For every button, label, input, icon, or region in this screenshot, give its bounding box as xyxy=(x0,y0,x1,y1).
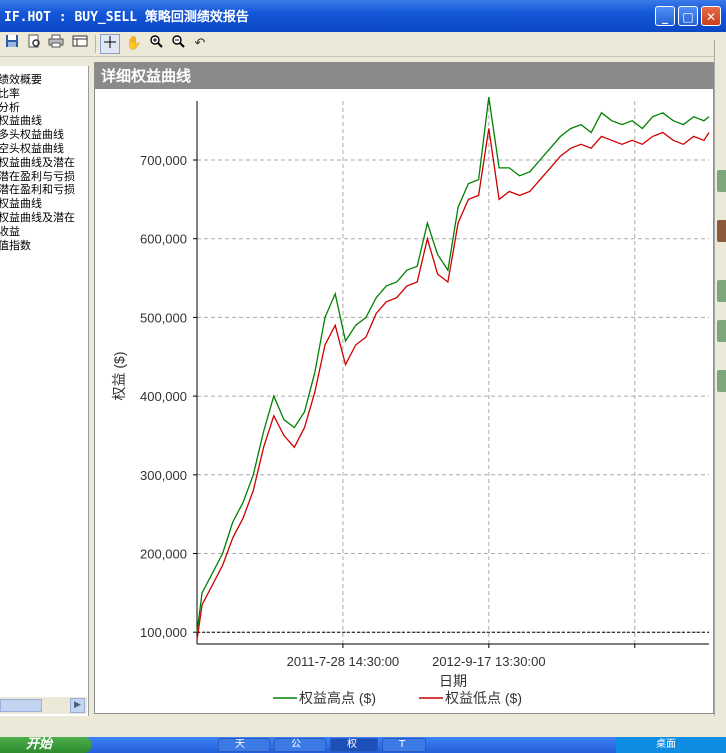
tree-item-potential-pnl[interactable]: 潜在盈利与亏损 xyxy=(0,171,88,185)
y-tick-label: 400,000 xyxy=(140,389,187,404)
print-icon[interactable] xyxy=(46,34,66,54)
equity-chart[interactable]: 100,000 200,000 300,000 400,000 500,000 600,0… xyxy=(95,89,713,713)
tree-item-equity-potential[interactable]: 权益曲线及潜在 xyxy=(0,157,88,171)
series-line xyxy=(196,97,710,633)
y-tick-label: 200,000 xyxy=(140,547,187,562)
scroll-thumb[interactable] xyxy=(0,699,42,712)
legend-label: 权益高点 ($) xyxy=(299,690,376,706)
legend-label: 权益低点 ($) xyxy=(445,690,522,706)
tree-item-index[interactable]: 值指数 xyxy=(0,240,88,254)
start-button[interactable]: 开始 xyxy=(0,737,92,753)
nav-horizontal-scrollbar[interactable]: ▶ xyxy=(0,697,87,714)
taskbar-item[interactable]: 权 xyxy=(330,738,378,752)
edge-marker xyxy=(717,280,726,302)
tree-item-returns[interactable]: 收益 xyxy=(0,226,88,240)
chart-panel: 详细权益曲线 100,000 200,000 300,000 400,000 500,0… xyxy=(94,62,714,714)
tree-item-analysis[interactable]: 分析 xyxy=(0,102,88,116)
x-tick-label: 2012-9-17 13:30:00 xyxy=(432,654,545,669)
taskbar-item[interactable]: T xyxy=(382,738,426,752)
minimize-button[interactable]: _ xyxy=(655,6,675,26)
tree-item-potential-pnl-2[interactable]: 潜在盈利和亏损 xyxy=(0,184,88,198)
scroll-right-arrow-icon[interactable]: ▶ xyxy=(70,698,85,713)
x-axis-title: 日期 xyxy=(439,673,467,689)
window-title: IF.HOT : BUY_SELL 策略回测绩效报告 xyxy=(4,10,249,25)
zoom-in-icon[interactable] xyxy=(146,34,166,54)
tree-item-equity-curve-2[interactable]: 权益曲线 xyxy=(0,198,88,212)
zoom-out-icon[interactable] xyxy=(168,34,188,54)
y-tick-label: 700,000 xyxy=(140,153,187,168)
x-tick-label: 2011-7-28 14:30:00 xyxy=(287,654,400,669)
reset-icon[interactable]: ↶ xyxy=(190,34,210,54)
taskbar: 开始 天 公 权 T 桌面 xyxy=(0,737,726,753)
edge-marker xyxy=(717,220,726,242)
tree-item-long-equity[interactable]: 多头权益曲线 xyxy=(0,129,88,143)
save-icon[interactable] xyxy=(2,34,22,54)
tree-item-equity-potential-2[interactable]: 权益曲线及潜在 xyxy=(0,212,88,226)
hand-icon[interactable]: ✋ xyxy=(124,34,144,54)
close-button[interactable]: ✕ xyxy=(701,6,721,26)
preview-icon[interactable] xyxy=(24,34,44,54)
y-tick-label: 300,000 xyxy=(140,468,187,483)
edge-marker xyxy=(717,370,726,392)
table-icon[interactable] xyxy=(70,34,90,54)
y-axis-title: 权益 ($) xyxy=(111,352,127,401)
system-tray: 桌面 xyxy=(616,737,726,753)
y-tick-label: 100,000 xyxy=(140,625,187,640)
y-tick-label: 600,000 xyxy=(140,232,187,247)
edge-marker xyxy=(717,170,726,192)
tree-item-summary[interactable]: 绩效概要 xyxy=(0,74,88,88)
right-edge-strip xyxy=(714,40,726,720)
taskbar-item[interactable]: 天 xyxy=(218,738,270,752)
report-nav-tree: 绩效概要 比率 分析 权益曲线 多头权益曲线 空头权益曲线 权益曲线及潜在 潜在… xyxy=(0,66,89,716)
toolbar: ✋ ↶ xyxy=(0,32,726,57)
panel-title: 详细权益曲线 xyxy=(95,63,713,89)
taskbar-item[interactable]: 公 xyxy=(274,738,326,752)
crosshair-icon[interactable] xyxy=(100,34,120,54)
maximize-button[interactable]: □ xyxy=(678,6,698,26)
status-bar xyxy=(0,716,726,737)
toolbar-separator xyxy=(95,35,96,53)
tree-item-equity-curve[interactable]: 权益曲线 xyxy=(0,115,88,129)
tree-item-short-equity[interactable]: 空头权益曲线 xyxy=(0,143,88,157)
tree-item-ratio[interactable]: 比率 xyxy=(0,88,88,102)
y-tick-label: 500,000 xyxy=(140,310,187,325)
series-line xyxy=(196,128,710,641)
title-bar[interactable]: IF.HOT : BUY_SELL 策略回测绩效报告 _ □ ✕ xyxy=(0,0,726,32)
edge-marker xyxy=(717,320,726,342)
